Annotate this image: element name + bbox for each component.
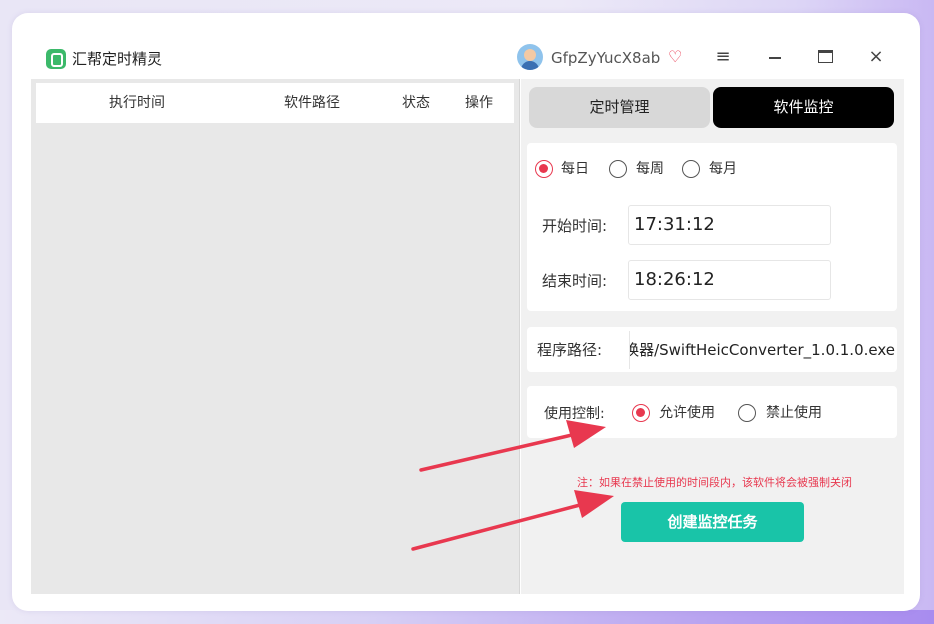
- radio-daily-label[interactable]: 每日: [561, 160, 589, 178]
- radio-allow[interactable]: [632, 404, 650, 422]
- radio-monthly-label[interactable]: 每月: [709, 160, 737, 178]
- minimize-icon[interactable]: [761, 45, 789, 69]
- radio-forbid[interactable]: [738, 404, 756, 422]
- radio-weekly-label[interactable]: 每周: [636, 160, 664, 178]
- column-header-path: 软件路径: [284, 95, 340, 111]
- start-time-label: 开始时间:: [542, 217, 608, 235]
- warning-note: 注：如果在禁止使用的时间段内，该软件将会被强制关闭: [577, 476, 852, 489]
- task-list-panel: 执行时间 软件路径 状态 操作: [31, 79, 520, 594]
- program-path-value: 转换器/SwiftHeicConverter_1.0.1.0.exe: [629, 341, 895, 359]
- program-path-card: 程序路径: 转换器/SwiftHeicConverter_1.0.1.0.exe: [527, 327, 897, 372]
- app-title: 汇帮定时精灵: [72, 50, 163, 68]
- tab-software-monitor[interactable]: 软件监控: [713, 87, 894, 128]
- radio-weekly[interactable]: [609, 160, 627, 178]
- menu-icon[interactable]: ≡: [709, 45, 737, 69]
- time-settings-card: 每日 每周 每月 开始时间: 17:31:12 结束时间: 18:26:12: [527, 143, 897, 311]
- radio-daily[interactable]: [535, 160, 553, 178]
- create-monitor-task-button[interactable]: 创建监控任务: [621, 502, 804, 542]
- radio-allow-label[interactable]: 允许使用: [659, 404, 715, 422]
- end-time-input[interactable]: 18:26:12: [628, 260, 831, 300]
- radio-forbid-label[interactable]: 禁止使用: [766, 404, 822, 422]
- username[interactable]: GfpZyYucX8ab: [551, 48, 660, 68]
- alarm-clock-icon: [46, 49, 66, 69]
- task-table-header: 执行时间 软件路径 状态 操作: [36, 83, 514, 123]
- column-header-status: 状态: [402, 95, 430, 111]
- maximize-icon[interactable]: [811, 45, 839, 69]
- column-header-time: 执行时间: [109, 95, 165, 111]
- program-path-label: 程序路径:: [537, 341, 603, 359]
- tab-schedule-management[interactable]: 定时管理: [529, 87, 710, 128]
- settings-panel: 定时管理 软件监控 每日 每周 每月 开始时间: 17:31:12 结束时间: …: [521, 79, 904, 594]
- program-path-input[interactable]: 转换器/SwiftHeicConverter_1.0.1.0.exe: [629, 331, 895, 369]
- end-time-label: 结束时间:: [542, 272, 608, 290]
- usage-control-label: 使用控制:: [544, 406, 605, 422]
- close-icon[interactable]: ×: [862, 45, 890, 69]
- heart-vip-icon[interactable]: ♡: [668, 47, 682, 67]
- radio-monthly[interactable]: [682, 160, 700, 178]
- title-bar: 汇帮定时精灵 GfpZyYucX8ab ♡ ≡ ×: [31, 31, 904, 79]
- avatar[interactable]: [517, 44, 543, 70]
- background-glow: [0, 610, 934, 624]
- usage-control-card: 使用控制: 允许使用 禁止使用: [527, 386, 897, 438]
- column-header-action: 操作: [465, 95, 493, 111]
- app-window: 汇帮定时精灵 GfpZyYucX8ab ♡ ≡ × 执行时间 软件路径 状态 操…: [31, 31, 904, 594]
- start-time-input[interactable]: 17:31:12: [628, 205, 831, 245]
